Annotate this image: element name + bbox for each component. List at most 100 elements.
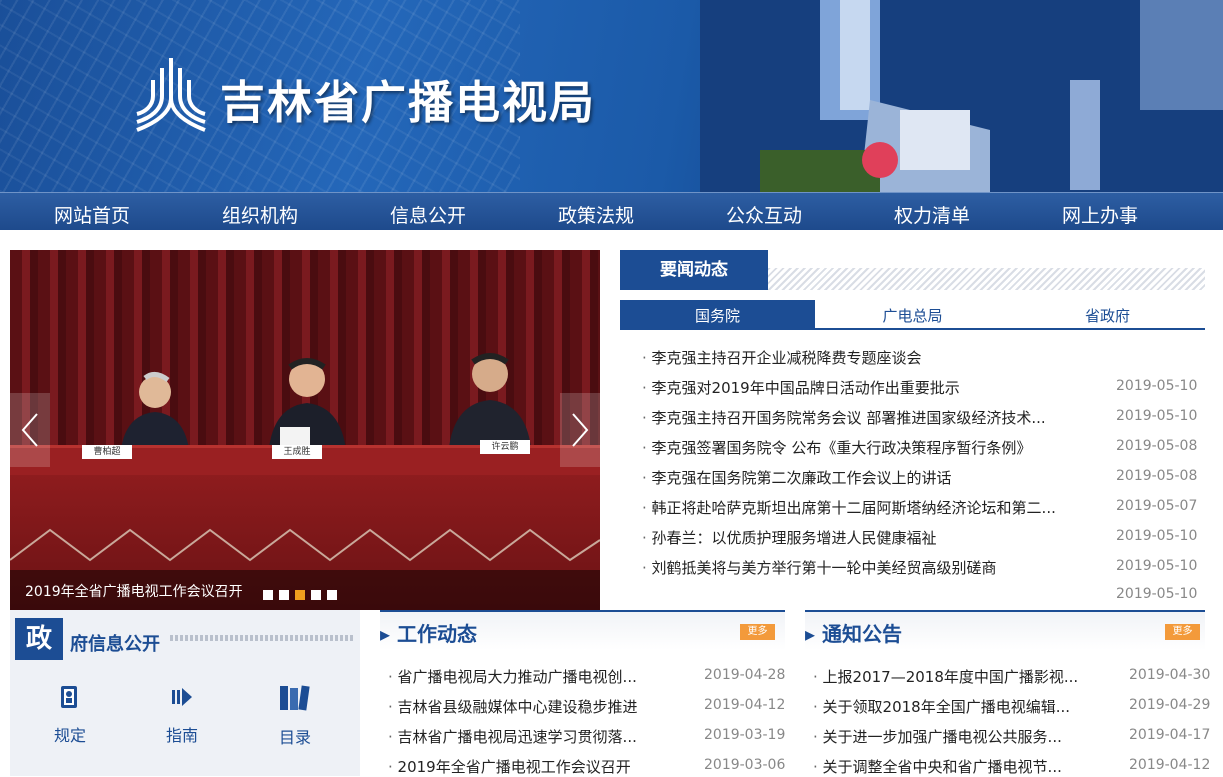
notice-item[interactable]: · 关于调整全省中央和省广播电视节... bbox=[813, 756, 1062, 777]
news-tabs: 国务院 广电总局 省政府 bbox=[620, 300, 1205, 330]
notice-item-date: 2019-04-29 bbox=[1129, 697, 1211, 713]
work-item-title[interactable]: 省广播电视局大力推动广播电视创... bbox=[398, 668, 637, 686]
slider-dot-active[interactable] bbox=[295, 590, 305, 600]
news-item-date: 2019-05-10 bbox=[1116, 528, 1198, 544]
gov-item-catalog[interactable]: 目录 bbox=[255, 684, 335, 748]
gov-info-divider bbox=[170, 635, 355, 641]
news-item[interactable]: · 李克强对2019年中国品牌日活动作出重要批示 bbox=[642, 377, 960, 398]
news-item[interactable]: · 刘鹤抵美将与美方举行第十一轮中美经贸高级别磋商 bbox=[642, 557, 997, 578]
nameplate-center: 王成胜 bbox=[272, 445, 322, 459]
news-item-title[interactable]: 李克强对2019年中国品牌日活动作出重要批示 bbox=[652, 379, 960, 397]
slider-dot[interactable] bbox=[279, 590, 289, 600]
news-item[interactable]: · 孙春兰：以优质护理服务增进人民健康福祉 bbox=[642, 527, 937, 548]
work-item-date: 2019-03-06 bbox=[704, 757, 786, 773]
news-item[interactable]: · 韩正将赴哈萨克斯坦出席第十二届阿斯塔纳经济论坛和第二... bbox=[642, 497, 1056, 518]
slider-prev-button[interactable] bbox=[10, 393, 50, 467]
news-item-date: 2019-05-10 bbox=[1116, 378, 1198, 394]
bureau-logo-icon bbox=[136, 58, 206, 132]
news-section-title: 要闻动态 bbox=[620, 250, 768, 290]
gov-item-guide[interactable]: 指南 bbox=[142, 684, 222, 746]
site-title: 吉林省广播电视局 bbox=[220, 76, 597, 129]
tab-provincial-government[interactable]: 省政府 bbox=[1010, 300, 1205, 330]
notice-item[interactable]: · 上报2017—2018年度中国广播影视... bbox=[813, 666, 1078, 687]
news-item[interactable]: · 李克强主持召开企业减税降费专题座谈会 bbox=[642, 347, 922, 368]
notice-more-button[interactable]: 更多 bbox=[1165, 624, 1200, 640]
work-item[interactable]: · 2019年全省广播电视工作会议召开 bbox=[388, 756, 631, 777]
slider-dots bbox=[263, 585, 343, 604]
news-item-date: 2019-05-08 bbox=[1116, 468, 1198, 484]
site-banner: 吉林省广播电视局 bbox=[0, 0, 1223, 192]
news-item-date: 2019-05-08 bbox=[1116, 438, 1198, 454]
work-item-title[interactable]: 2019年全省广播电视工作会议召开 bbox=[398, 758, 631, 776]
nav-power-list[interactable]: 权力清单 bbox=[894, 201, 970, 228]
bullet-icon: · bbox=[813, 698, 823, 716]
bullet-icon: · bbox=[642, 349, 652, 367]
news-item-title[interactable]: 李克强主持召开企业减税降费专题座谈会 bbox=[652, 349, 922, 367]
work-item[interactable]: · 吉林省广播电视局迅速学习贯彻落... bbox=[388, 726, 637, 747]
bullet-icon: · bbox=[642, 439, 652, 457]
bullet-icon: · bbox=[388, 758, 398, 776]
tab-state-council[interactable]: 国务院 bbox=[620, 300, 815, 330]
notice-item-date: 2019-04-17 bbox=[1129, 727, 1211, 743]
work-item-title[interactable]: 吉林省县级融媒体中心建设稳步推进 bbox=[398, 698, 638, 716]
work-more-button[interactable]: 更多 bbox=[740, 624, 775, 640]
work-item[interactable]: · 吉林省县级融媒体中心建设稳步推进 bbox=[388, 696, 638, 717]
news-item-date: 2019-05-10 bbox=[1116, 408, 1198, 424]
bullet-icon: · bbox=[813, 758, 823, 776]
nav-organization[interactable]: 组织机构 bbox=[222, 201, 298, 228]
news-item-date: 2019-05-07 bbox=[1116, 498, 1198, 514]
notice-item-title[interactable]: 关于领取2018年全国广播电视编辑... bbox=[823, 698, 1070, 716]
news-item-title[interactable]: 李克强在国务院第二次廉政工作会议上的讲话 bbox=[652, 469, 952, 487]
notice-panel-title: ▸ 通知公告 bbox=[805, 622, 903, 646]
gov-info-badge: 政 bbox=[15, 618, 63, 660]
work-item-date: 2019-04-28 bbox=[704, 667, 786, 683]
work-item-title[interactable]: 吉林省广播电视局迅速学习贯彻落... bbox=[398, 728, 637, 746]
slider-next-button[interactable] bbox=[560, 393, 600, 467]
chevron-right-icon bbox=[572, 413, 589, 447]
work-item[interactable]: · 省广播电视局大力推动广播电视创... bbox=[388, 666, 637, 687]
news-item-title[interactable]: 刘鹤抵美将与美方举行第十一轮中美经贸高级别磋商 bbox=[652, 559, 997, 577]
gov-item-regulations[interactable]: 规定 bbox=[30, 684, 110, 746]
nameplate-left: 曹柏超 bbox=[82, 445, 132, 459]
bullet-icon: · bbox=[388, 728, 398, 746]
news-item[interactable]: · 李克强签署国务院令 公布《重大行政决策程序暂行条例》 bbox=[642, 437, 1031, 458]
nav-public-interaction[interactable]: 公众互动 bbox=[726, 201, 802, 228]
news-item-title[interactable]: 李克强主持召开国务院常务会议 部署推进国家级经济技术... bbox=[652, 409, 1046, 427]
nameplate-right: 许云鹏 bbox=[480, 440, 530, 454]
bullet-icon: · bbox=[813, 728, 823, 746]
notice-item-date: 2019-04-30 bbox=[1129, 667, 1211, 683]
notice-item-title[interactable]: 上报2017—2018年度中国广播影视... bbox=[823, 668, 1079, 686]
news-item-title[interactable]: 韩正将赴哈萨克斯坦出席第十二届阿斯塔纳经济论坛和第二... bbox=[652, 499, 1056, 517]
news-item[interactable]: · 李克强主持召开国务院常务会议 部署推进国家级经济技术... bbox=[642, 407, 1046, 428]
bullet-icon: · bbox=[642, 469, 652, 487]
nav-home[interactable]: 网站首页 bbox=[54, 201, 130, 228]
notice-item-date: 2019-04-12 bbox=[1129, 757, 1211, 773]
news-item-title[interactable]: 孙春兰：以优质护理服务增进人民健康福祉 bbox=[652, 529, 937, 547]
notice-item-title[interactable]: 关于调整全省中央和省广播电视节... bbox=[823, 758, 1062, 776]
books-icon bbox=[280, 685, 310, 711]
news-item-title[interactable]: 李克强签署国务院令 公布《重大行政决策程序暂行条例》 bbox=[652, 439, 1032, 457]
slider-dot[interactable] bbox=[311, 590, 321, 600]
notice-item[interactable]: · 关于进一步加强广播电视公共服务... bbox=[813, 726, 1062, 747]
notice-item-title[interactable]: 关于进一步加强广播电视公共服务... bbox=[823, 728, 1062, 746]
news-item[interactable]: · 李克强在国务院第二次廉政工作会议上的讲话 bbox=[642, 467, 952, 488]
stage-pattern bbox=[10, 528, 600, 562]
photo-slider[interactable]: 曹柏超 王成胜 许云鹏 2019年全省广播电视工作会议召开 bbox=[10, 250, 600, 610]
gov-item-label: 指南 bbox=[165, 726, 198, 745]
gov-item-label: 目录 bbox=[278, 728, 311, 747]
guide-arrow-icon bbox=[172, 688, 192, 706]
slide-caption[interactable]: 2019年全省广播电视工作会议召开 bbox=[25, 581, 243, 601]
chevron-left-icon bbox=[21, 413, 38, 447]
notice-panel-header: ▸ 通知公告 更多 bbox=[805, 610, 1205, 650]
nav-policies[interactable]: 政策法规 bbox=[558, 201, 634, 228]
work-item-date: 2019-03-19 bbox=[704, 727, 786, 743]
work-item-date: 2019-04-12 bbox=[704, 697, 786, 713]
bullet-icon: · bbox=[642, 499, 652, 517]
slider-dot[interactable] bbox=[327, 590, 337, 600]
slider-dot[interactable] bbox=[263, 590, 273, 600]
notice-item[interactable]: · 关于领取2018年全国广播电视编辑... bbox=[813, 696, 1070, 717]
nav-info-disclosure[interactable]: 信息公开 bbox=[390, 201, 466, 228]
gov-info-panel: 政 府信息公开 规定 指南 目录 bbox=[10, 610, 360, 776]
tab-nrta[interactable]: 广电总局 bbox=[815, 300, 1010, 330]
nav-online-services[interactable]: 网上办事 bbox=[1062, 201, 1138, 228]
